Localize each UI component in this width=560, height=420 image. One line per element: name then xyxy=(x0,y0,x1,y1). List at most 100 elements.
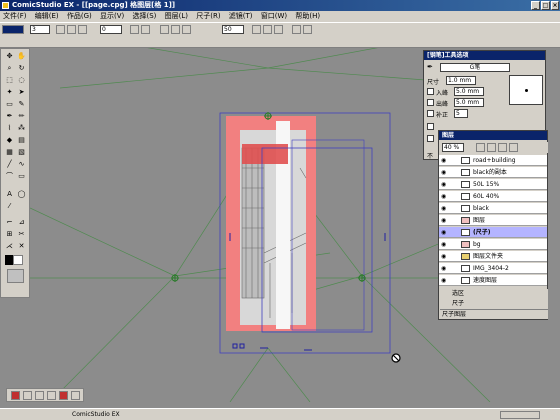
perspective-icon[interactable]: ⋌ xyxy=(4,241,15,251)
airbrush-icon[interactable]: ⁂ xyxy=(16,123,27,133)
transparent-color[interactable] xyxy=(7,269,24,283)
layer-row[interactable]: ◉ black xyxy=(439,203,547,214)
eye-icon[interactable]: ◉ xyxy=(441,205,449,212)
zoom-icon[interactable]: ⌕ xyxy=(4,63,15,73)
ruler-pen-icon[interactable]: ⌐ xyxy=(4,217,15,227)
palette-icon[interactable] xyxy=(274,25,283,34)
curve-icon[interactable]: ∿ xyxy=(16,159,27,169)
ruler-row[interactable]: 尺子 xyxy=(440,299,548,309)
layer-row[interactable]: ◉ 速度图层 xyxy=(439,275,547,286)
navigator-icon[interactable] xyxy=(303,25,312,34)
toolbox-icon[interactable] xyxy=(59,391,68,400)
rectangle-icon[interactable]: ▭ xyxy=(16,171,27,181)
selection-row[interactable]: 选区 xyxy=(440,289,548,299)
vanishing-point-icon[interactable]: ✕ xyxy=(16,241,27,251)
pattern-brush-icon[interactable]: ▦ xyxy=(4,147,15,157)
eye-icon[interactable]: ◉ xyxy=(441,181,449,188)
settings-icon[interactable] xyxy=(71,391,80,400)
eye-icon[interactable]: ◉ xyxy=(441,265,449,272)
menu-select[interactable]: 选择(S) xyxy=(129,11,159,22)
in-field[interactable]: 5.0 mm xyxy=(454,87,484,96)
eye-icon[interactable]: ◉ xyxy=(441,169,449,176)
magic-wand-icon[interactable]: ✦ xyxy=(4,87,15,97)
out-checkbox[interactable] xyxy=(427,99,434,106)
color-swatch[interactable] xyxy=(2,25,24,34)
menu-help[interactable]: 帮助(H) xyxy=(292,11,323,22)
layer-row[interactable]: ◉ 50L 15% xyxy=(439,179,547,190)
frame-icon[interactable]: ⊞ xyxy=(4,229,15,239)
menu-edit[interactable]: 编辑(E) xyxy=(32,11,62,22)
marker-icon[interactable]: ✏ xyxy=(16,111,27,121)
pencil-icon[interactable]: ✎ xyxy=(16,99,27,109)
move-icon[interactable]: ✥ xyxy=(4,51,15,61)
layer-row[interactable]: ◉ bg xyxy=(439,239,547,250)
layer-row[interactable]: ◉ 60L 40% xyxy=(439,191,547,202)
minimize-button[interactable]: _ xyxy=(531,1,540,10)
menu-view[interactable]: 显示(V) xyxy=(97,11,127,22)
opacity-field[interactable]: 50 xyxy=(222,25,244,34)
text-icon[interactable]: A xyxy=(4,189,15,199)
correction-field[interactable]: 5 xyxy=(454,109,468,118)
menu-window[interactable]: 窗口(W) xyxy=(258,11,290,22)
input-method-icon[interactable] xyxy=(11,391,20,400)
eye-icon[interactable]: ◉ xyxy=(441,157,449,164)
size-field[interactable]: 1.0 mm xyxy=(446,76,476,85)
info-icon[interactable] xyxy=(292,25,301,34)
marquee-icon[interactable]: ⬚ xyxy=(4,75,15,85)
zoom-field[interactable]: 0 xyxy=(100,25,122,34)
ruler-line-icon[interactable]: ⊿ xyxy=(16,217,27,227)
polyline-icon[interactable]: ⌒ xyxy=(4,171,15,181)
brush-size-field[interactable]: 3 xyxy=(30,25,50,34)
eye-icon[interactable]: ◉ xyxy=(441,253,449,260)
hand-icon[interactable]: ✋ xyxy=(16,51,27,61)
maximize-button[interactable]: □ xyxy=(541,1,550,10)
keyboard-icon[interactable] xyxy=(35,391,44,400)
object-select-icon[interactable]: ➤ xyxy=(16,87,27,97)
background-color[interactable] xyxy=(13,255,23,265)
new-icon[interactable] xyxy=(56,25,65,34)
eye-icon[interactable]: ◉ xyxy=(441,241,449,248)
layer-row[interactable]: ◉ road+building xyxy=(439,155,547,166)
layer-row[interactable]: ◉ 图层 xyxy=(439,215,547,226)
fill-icon[interactable]: ◆ xyxy=(4,135,15,145)
menu-file[interactable]: 文件(F) xyxy=(0,11,30,22)
eye-icon[interactable]: ◉ xyxy=(441,229,449,236)
layer-row-selected[interactable]: ◉ (尺子) xyxy=(439,227,547,238)
tone-eraser-icon[interactable]: ▧ xyxy=(16,147,27,157)
eye-icon[interactable]: ◉ xyxy=(441,277,449,284)
balloon-icon[interactable]: ◯ xyxy=(16,189,27,199)
grid-icon[interactable] xyxy=(171,25,180,34)
moon-icon[interactable] xyxy=(23,391,32,400)
layer-property-icon[interactable] xyxy=(487,143,496,152)
gradient-icon[interactable]: ▤ xyxy=(16,135,27,145)
eraser-icon[interactable]: ▭ xyxy=(4,99,15,109)
trash-icon[interactable] xyxy=(509,143,518,152)
tone-icon[interactable] xyxy=(182,25,191,34)
lasso-icon[interactable]: ◌ xyxy=(16,75,27,85)
line-icon[interactable]: ╱ xyxy=(4,159,15,169)
rotate-icon[interactable]: ↻ xyxy=(16,63,27,73)
new-layer-icon[interactable] xyxy=(476,143,485,152)
ruler-tool-icon[interactable] xyxy=(160,25,169,34)
brush-icon[interactable]: ⌇ xyxy=(4,123,15,133)
menu-ruler[interactable]: 尺子(R) xyxy=(193,11,223,22)
layer-opacity-field[interactable]: 40 % xyxy=(442,143,464,152)
eyedropper-icon[interactable]: ⁄ xyxy=(4,201,15,211)
menu-work[interactable]: 作品(G) xyxy=(64,11,95,22)
pen-icon[interactable]: ✒ xyxy=(4,111,15,121)
pen-preset-field[interactable]: G笔 xyxy=(440,63,510,72)
eye-icon[interactable]: ◉ xyxy=(441,217,449,224)
layer-icon[interactable] xyxy=(252,25,261,34)
layer-row[interactable]: ◉ IMG_3404-2 xyxy=(439,263,547,274)
redo-icon[interactable] xyxy=(141,25,150,34)
in-checkbox[interactable] xyxy=(427,88,434,95)
menu-filter[interactable]: 滤镜(T) xyxy=(226,11,256,22)
cut-frame-icon[interactable]: ✂ xyxy=(16,229,27,239)
eye-icon[interactable]: ◉ xyxy=(441,193,449,200)
open-icon[interactable] xyxy=(67,25,76,34)
layer-row[interactable]: ◉ black的副本 xyxy=(439,167,547,178)
out-field[interactable]: 5.0 mm xyxy=(454,98,484,107)
layer-row[interactable]: ◉ 图层文件夹 xyxy=(439,251,547,262)
option-checkbox-2[interactable] xyxy=(427,135,434,142)
option-checkbox-1[interactable] xyxy=(427,123,434,130)
